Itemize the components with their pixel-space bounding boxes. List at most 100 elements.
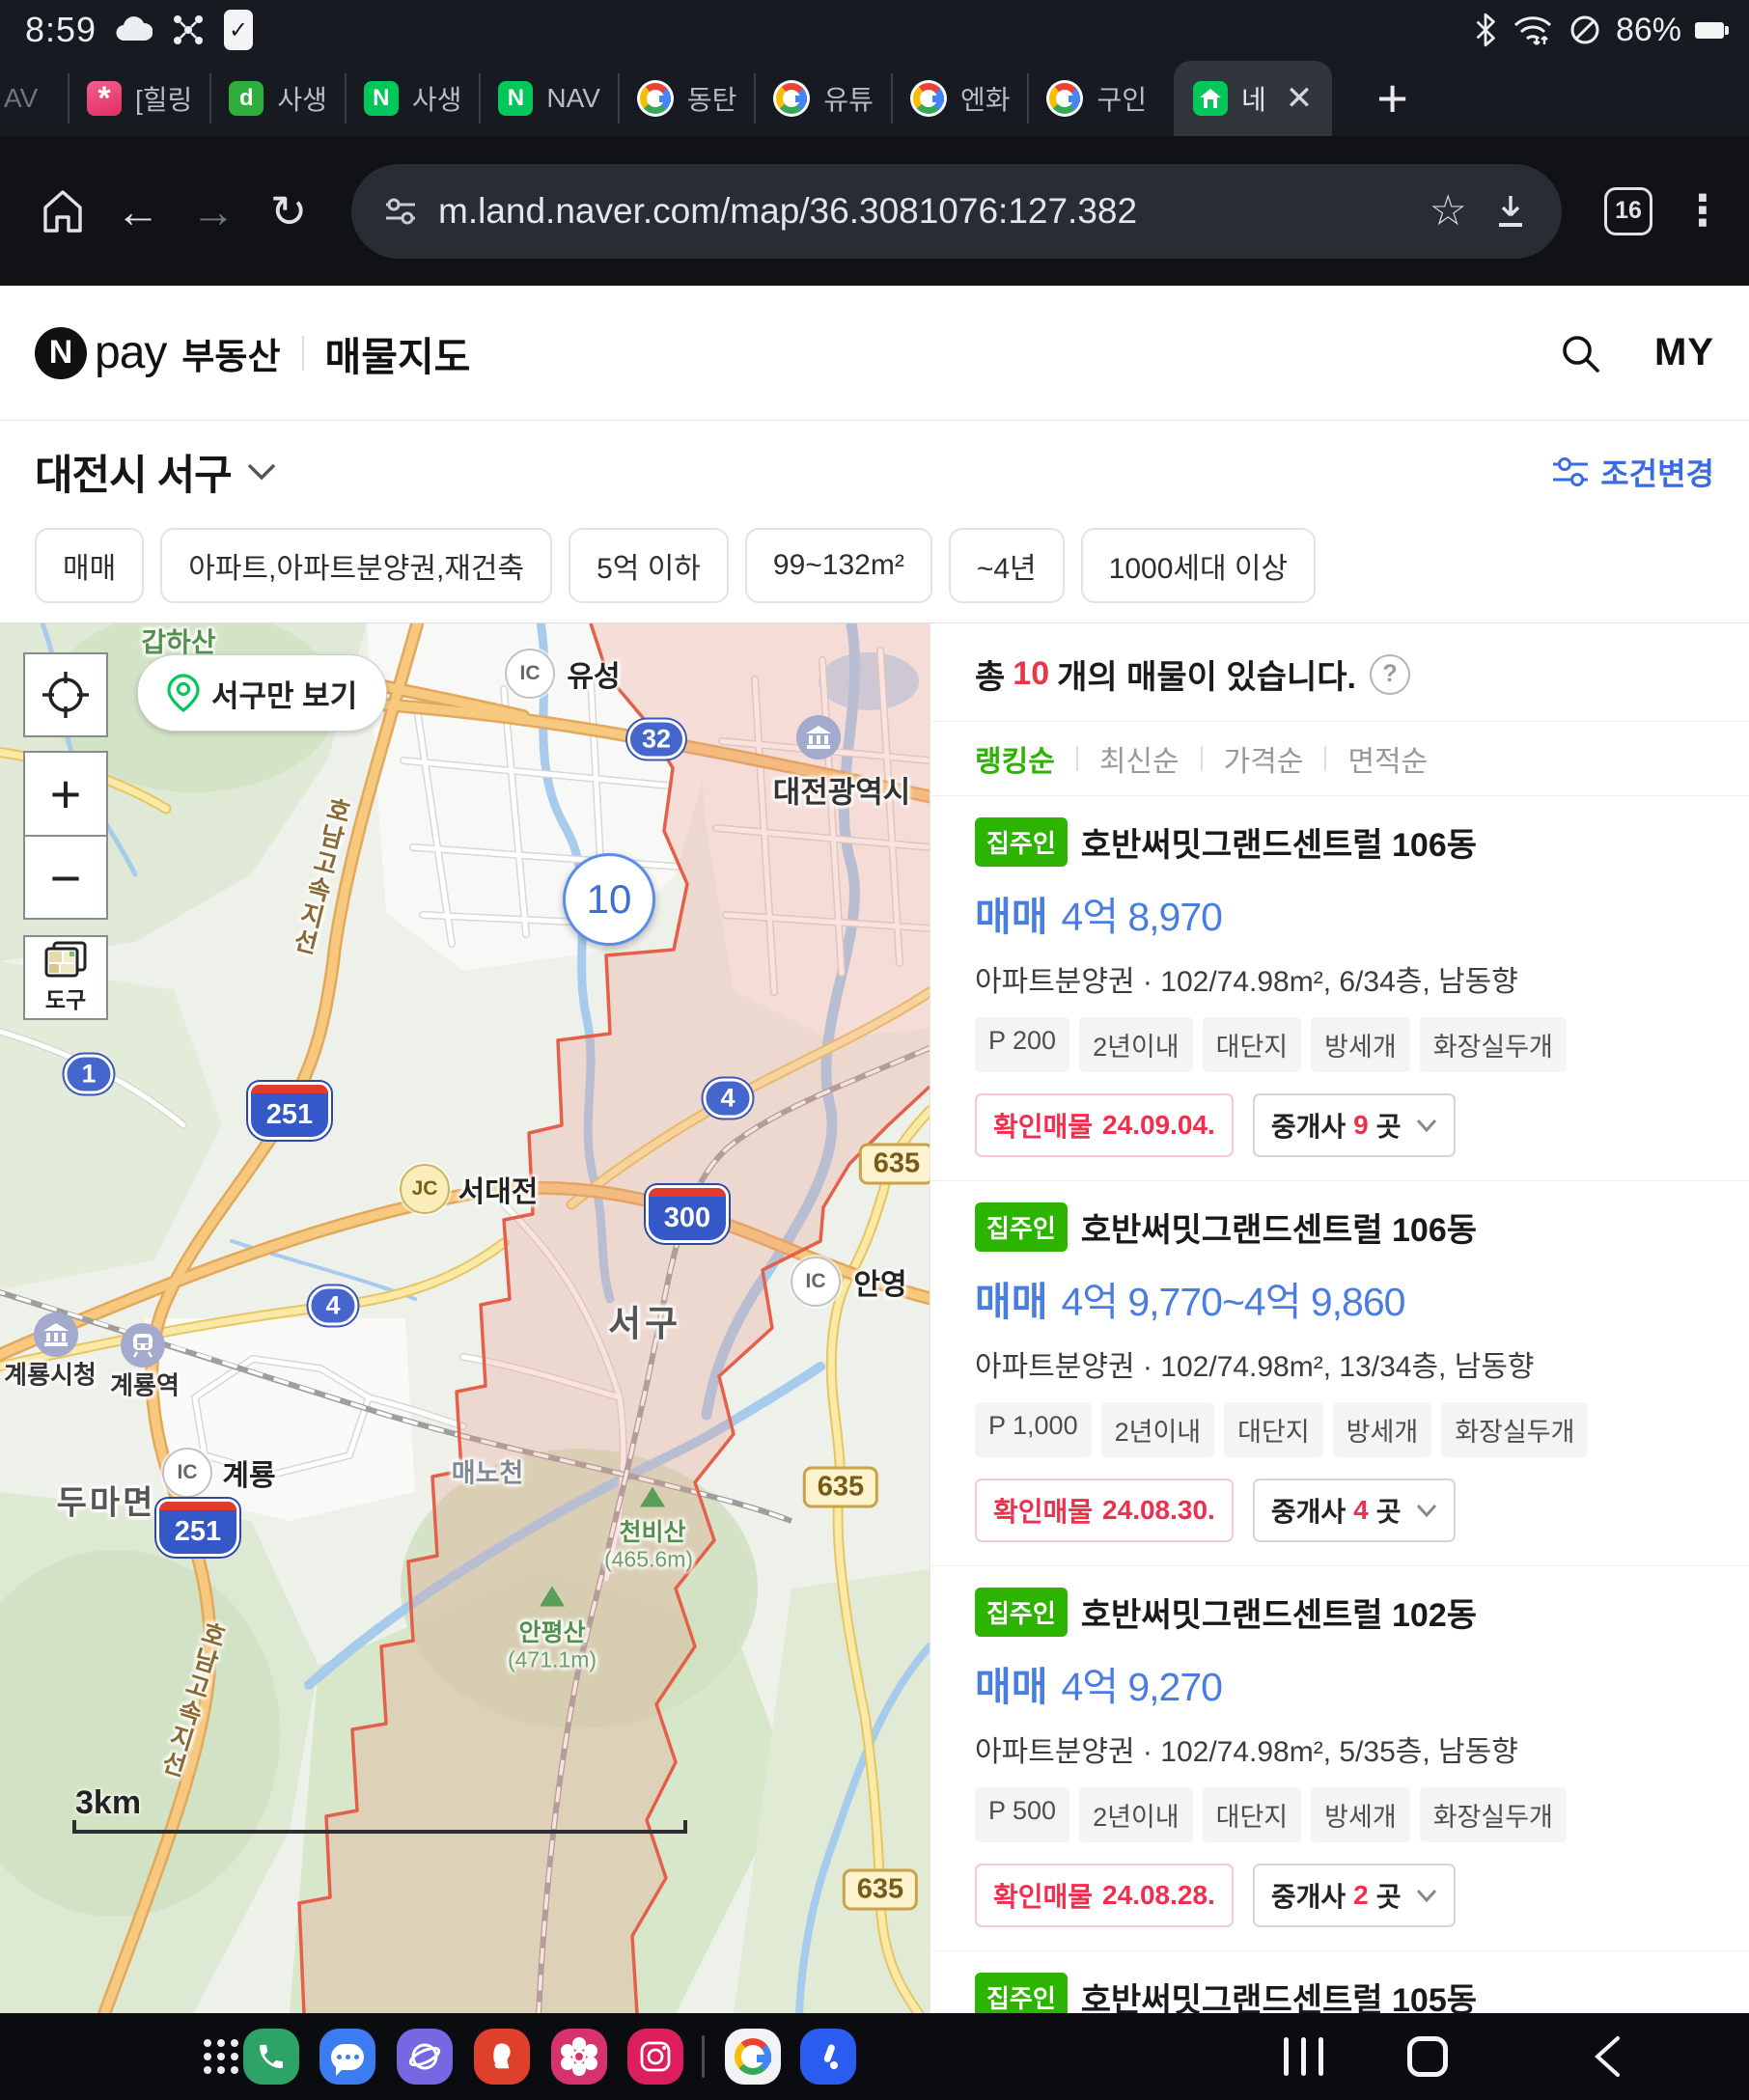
google-app-icon[interactable] bbox=[725, 2029, 781, 2085]
naver-pay-logo[interactable]: N bbox=[35, 327, 87, 379]
current-location-button[interactable] bbox=[23, 652, 108, 737]
expressway-shield-300: 300 bbox=[646, 1185, 729, 1243]
city-hall-icon bbox=[34, 1312, 78, 1357]
url-text[interactable]: m.land.naver.com/map/36.3081076:127.382 bbox=[438, 191, 1420, 232]
tab-naver[interactable]: N NAV bbox=[479, 73, 618, 124]
tab-yen[interactable]: 엔화 bbox=[891, 73, 1028, 124]
sort-area[interactable]: 면적순 bbox=[1347, 737, 1428, 780]
tab-privacy-2[interactable]: N 사생 bbox=[345, 73, 480, 124]
bookmark-star-icon[interactable]: ☆ bbox=[1430, 186, 1467, 235]
seogu-only-button[interactable]: 서구만 보기 bbox=[137, 654, 387, 732]
sort-newest[interactable]: 최신순 bbox=[1099, 737, 1180, 780]
tab-privacy-1[interactable]: d 사생 bbox=[209, 73, 345, 124]
tab-dongtan[interactable]: 동탄 bbox=[618, 73, 755, 124]
agents-dropdown[interactable]: 중개사2곳 bbox=[1253, 1864, 1457, 1927]
map-label-maenocheon: 매노천 bbox=[452, 1452, 524, 1490]
city-hall-icon bbox=[796, 715, 841, 760]
road-shield-635: 635 bbox=[803, 1467, 878, 1508]
mountain-peak-icon bbox=[540, 1587, 565, 1607]
map-tools-button[interactable]: 도구 bbox=[23, 935, 108, 1020]
page-info-tune-icon[interactable] bbox=[384, 195, 417, 228]
tab-fragment[interactable]: AV bbox=[0, 83, 68, 114]
help-icon[interactable]: ? bbox=[1370, 654, 1410, 695]
url-bar[interactable]: m.land.naver.com/map/36.3081076:127.382 … bbox=[351, 164, 1562, 259]
browser-menu-icon[interactable]: ⋮ bbox=[1681, 186, 1724, 235]
confirmed-date-box: 확인매물24.08.28. bbox=[975, 1864, 1234, 1927]
my-menu[interactable]: MY bbox=[1654, 331, 1714, 374]
train-station-icon bbox=[121, 1323, 165, 1368]
tab-naver-land-active[interactable]: 네 ✕ bbox=[1174, 61, 1332, 136]
road-shield-635: 635 bbox=[843, 1869, 918, 1911]
sort-ranking[interactable]: 랭킹순 bbox=[975, 737, 1055, 780]
tab-switcher-button[interactable]: 16 bbox=[1604, 187, 1652, 235]
zoom-out-button[interactable]: − bbox=[23, 835, 108, 920]
chevron-down-icon bbox=[1416, 1889, 1437, 1902]
google-favicon bbox=[637, 80, 674, 117]
listing-card[interactable]: 집주인 호반써밋그랜드센트럴 105동 매매 4억 9,770 bbox=[975, 1951, 1714, 2013]
listing-card[interactable]: 집주인 호반써밋그랜드센트럴 102동 매매 4억 9,270 아파트분양권 ·… bbox=[975, 1566, 1714, 1950]
listing-tags: P 1,000 2년이내 대단지 방세개 화장실두개 bbox=[975, 1402, 1714, 1457]
tab-youtube[interactable]: 유튜 bbox=[754, 73, 891, 124]
listing-tags: P 200 2년이내 대단지 방세개 화장실두개 bbox=[975, 1017, 1714, 1072]
samsung-internet-app-icon[interactable] bbox=[397, 2029, 453, 2085]
filter-chips: 매매 아파트,아파트분양권,재건축 5억 이하 99~132m² ~4년 100… bbox=[0, 522, 1749, 603]
chevron-down-icon[interactable] bbox=[247, 462, 276, 482]
home-nav-button[interactable] bbox=[1407, 2036, 1448, 2077]
camera-app-icon[interactable] bbox=[627, 2029, 683, 2085]
map-label-cheonbisan: 천비산 bbox=[619, 1513, 685, 1548]
region-selector[interactable]: 대전시 서구 bbox=[35, 442, 232, 502]
listing-desc: 아파트분양권 · 102/74.98m², 5/35층, 남동향 bbox=[975, 1727, 1714, 1770]
red-app-icon[interactable] bbox=[474, 2029, 530, 2085]
back-nav-button[interactable] bbox=[1593, 2035, 1622, 2078]
listing-price: 4억 9,770~4억 9,860 bbox=[1061, 1269, 1404, 1327]
messages-app-icon[interactable] bbox=[319, 2029, 375, 2085]
chip-trade-type[interactable]: 매매 bbox=[35, 528, 144, 603]
chip-age[interactable]: ~4년 bbox=[949, 528, 1065, 603]
back-button[interactable]: ← bbox=[100, 185, 176, 237]
map-label-yuseong: 유성 bbox=[567, 652, 620, 695]
realty-label[interactable]: 부동산 bbox=[181, 327, 280, 379]
flower-app-icon[interactable] bbox=[551, 2029, 607, 2085]
battery-icon bbox=[1695, 22, 1724, 39]
zoom-in-button[interactable]: + bbox=[23, 751, 108, 836]
listing-price: 4억 8,970 bbox=[1061, 884, 1222, 942]
ic-badge: IC bbox=[791, 1257, 841, 1307]
route-shield-32: 32 bbox=[627, 720, 685, 760]
phone-app-icon[interactable] bbox=[243, 2029, 299, 2085]
browser-toolbar: ← → ↻ m.land.naver.com/map/36.3081076:12… bbox=[0, 136, 1749, 286]
app-drawer-icon[interactable] bbox=[204, 2039, 238, 2074]
forward-button[interactable]: → bbox=[176, 185, 251, 237]
google-favicon bbox=[910, 80, 947, 117]
listing-card[interactable]: 집주인 호반써밋그랜드센트럴 106동 매매 4억 8,970 아파트분양권 ·… bbox=[975, 796, 1714, 1180]
blue-app-icon[interactable] bbox=[800, 2029, 856, 2085]
owner-badge: 집주인 bbox=[975, 1973, 1068, 2013]
home-button[interactable] bbox=[25, 188, 100, 235]
tab-healing[interactable]: * [힐링 bbox=[68, 73, 209, 124]
search-icon[interactable] bbox=[1558, 331, 1602, 375]
chip-property-type[interactable]: 아파트,아파트분양권,재건축 bbox=[160, 528, 552, 603]
close-tab-icon[interactable]: ✕ bbox=[1286, 79, 1314, 118]
listing-cluster-marker[interactable]: 10 bbox=[563, 853, 655, 946]
naver-favicon: N bbox=[498, 81, 533, 116]
change-conditions-button[interactable]: 조건변경 bbox=[1552, 450, 1714, 494]
tab-jobs[interactable]: 구인 bbox=[1027, 73, 1164, 124]
agents-dropdown[interactable]: 중개사9곳 bbox=[1253, 1093, 1457, 1157]
sort-price[interactable]: 가격순 bbox=[1224, 737, 1304, 780]
confirmed-date-box: 확인매물24.09.04. bbox=[975, 1093, 1234, 1157]
listing-card[interactable]: 집주인 호반써밋그랜드센트럴 106동 매매 4억 9,770~4억 9,860… bbox=[975, 1181, 1714, 1565]
download-icon[interactable] bbox=[1492, 192, 1529, 231]
agents-dropdown[interactable]: 중개사4곳 bbox=[1253, 1478, 1457, 1542]
map-label-seogu: 서구 bbox=[608, 1294, 681, 1346]
map-canvas[interactable]: 갑하산 (468.7m) IC 유성 32 대전광역시 1 251 호남고속지선… bbox=[0, 623, 930, 2013]
chip-households[interactable]: 1000세대 이상 bbox=[1081, 528, 1316, 603]
listing-desc: 아파트분양권 · 102/74.98m², 13/34층, 남동향 bbox=[975, 1342, 1714, 1385]
map-label-duma: 두마면 bbox=[57, 1477, 156, 1524]
page-title: 매물지도 bbox=[325, 324, 471, 382]
reload-button[interactable]: ↻ bbox=[251, 185, 326, 237]
chip-area[interactable]: 99~132m² bbox=[745, 528, 932, 603]
recents-nav-button[interactable] bbox=[1284, 2037, 1323, 2076]
checkbox-notification-icon: ✓ bbox=[224, 10, 253, 50]
chip-price[interactable]: 5억 이하 bbox=[569, 528, 729, 603]
asterisk-favicon: * bbox=[87, 81, 122, 116]
expressway-shield-251: 251 bbox=[248, 1082, 331, 1140]
